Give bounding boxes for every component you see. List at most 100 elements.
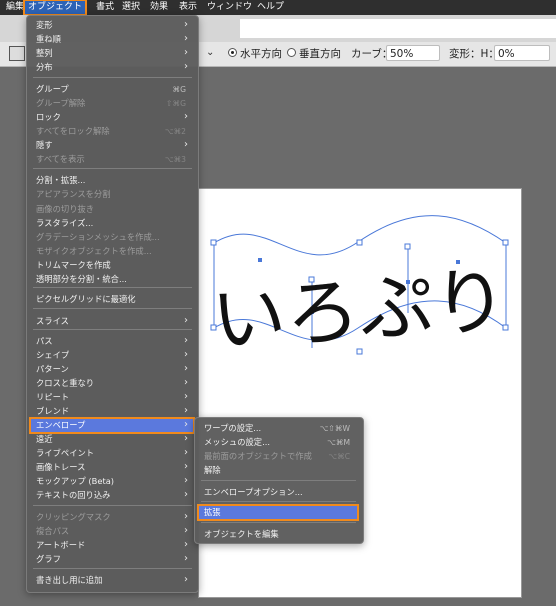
menu-effect[interactable]: 効果: [146, 0, 172, 15]
envelope-submenu-item-4[interactable]: エンベロープオプション...: [198, 485, 358, 500]
menu-item-label: 隠す: [36, 140, 53, 150]
shortcut-label: ⌥⌘2: [164, 127, 186, 136]
object-menu-item-16[interactable]: トリムマークを作成: [30, 258, 194, 273]
chevron-right-icon: ›: [184, 377, 188, 388]
menu-separator: [33, 308, 192, 309]
object-menu-item-6[interactable]: ロック ›: [30, 110, 194, 125]
menu-item-label: グループ: [36, 84, 69, 94]
object-menu-item-15: モザイクオブジェクトを作成...: [30, 244, 194, 259]
object-menu-item-0[interactable]: 変形 ›: [30, 18, 194, 33]
menu-object[interactable]: オブジェクト: [22, 0, 88, 16]
object-menu-item-29[interactable]: 画像トレース ›: [30, 460, 194, 475]
menu-bar: 編集 オブジェクト 書式 選択 効果 表示 ウィンドウ ヘルプ: [0, 0, 556, 16]
envelope-submenu-item-0[interactable]: ワープの設定... ⌥⇧⌘W: [198, 421, 358, 436]
distort-h-label: 変形：H：: [449, 48, 499, 60]
menu-item-label: すべてをロック解除: [36, 126, 110, 136]
object-menu-item-14: グラデーションメッシュを作成...: [30, 230, 194, 245]
menu-help[interactable]: ヘルプ: [253, 0, 288, 15]
application-bar-field: [240, 19, 556, 38]
vertical-radio[interactable]: [287, 48, 296, 57]
object-menu-item-22[interactable]: パターン ›: [30, 362, 194, 377]
menu-item-label: 整列: [36, 48, 53, 58]
chevron-right-icon: ›: [184, 19, 188, 30]
chevron-right-icon: ›: [184, 391, 188, 402]
chevron-right-icon: ›: [184, 61, 188, 72]
object-menu-item-24[interactable]: リピート ›: [30, 390, 194, 405]
menu-item-label: ワープの設定...: [204, 423, 262, 433]
menu-item-label: 変形: [36, 20, 53, 30]
object-menu-item-30[interactable]: モックアップ (Beta) ›: [30, 474, 194, 489]
object-menu-item-4[interactable]: グループ ⌘G: [30, 82, 194, 97]
menu-item-label: ライブペイント: [36, 448, 95, 458]
menu-item-label: 分布: [36, 62, 53, 72]
shortcut-label: ⌥⌘M: [327, 438, 350, 447]
menu-item-label: パターン: [36, 364, 69, 374]
shortcut-label: ⌥⇧⌘W: [319, 424, 350, 433]
menu-item-label: グラフ: [36, 554, 61, 564]
object-menu-item-21[interactable]: シェイプ ›: [30, 348, 194, 363]
menu-item-label: リピート: [36, 392, 70, 402]
object-menu-item-2[interactable]: 整列 ›: [30, 46, 194, 61]
object-menu-item-10[interactable]: 分割・拡張...: [30, 173, 194, 188]
object-menu-item-23[interactable]: クロスと重なり ›: [30, 376, 194, 391]
menu-item-label: 画像の切り抜き: [36, 204, 95, 214]
shortcut-label: ⇧⌘G: [166, 99, 186, 108]
chevron-right-icon: ›: [184, 139, 188, 150]
chevron-right-icon: ›: [184, 461, 188, 472]
chevron-right-icon: ›: [184, 433, 188, 444]
envelope-submenu-item-6[interactable]: オブジェクトを編集: [198, 527, 358, 542]
chevron-right-icon: ›: [184, 447, 188, 458]
menu-item-label: 解除: [204, 465, 221, 475]
curve-input[interactable]: 50%: [386, 45, 440, 61]
object-menu-item-27[interactable]: 遠近 ›: [30, 432, 194, 447]
envelope-submenu-item-1[interactable]: メッシュの設定... ⌥⌘M: [198, 435, 358, 450]
menu-item-label: アートボード: [36, 540, 86, 550]
object-menu: 変形 › 重ね順 › 整列 › 分布 › グループ ⌘G グループ解除 ⇧⌘G ロック › すべてをロック解…: [26, 15, 199, 593]
menu-type[interactable]: 書式: [92, 0, 118, 15]
menu-separator: [33, 568, 192, 569]
envelope-submenu-item-2: 最前面のオブジェクトで作成 ⌥⌘C: [198, 449, 358, 464]
object-menu-item-28[interactable]: ライブペイント ›: [30, 446, 194, 461]
menu-view[interactable]: 表示: [175, 0, 201, 15]
menu-separator: [201, 522, 356, 523]
object-menu-item-19[interactable]: スライス ›: [30, 314, 194, 329]
object-menu-item-31[interactable]: テキストの回り込み ›: [30, 488, 194, 503]
object-menu-item-20[interactable]: パス ›: [30, 334, 194, 349]
object-menu-item-25[interactable]: ブレンド ›: [30, 404, 194, 419]
object-menu-item-18[interactable]: ピクセルグリッドに最適化: [30, 292, 194, 307]
envelope-submenu-item-3[interactable]: 解除: [198, 463, 358, 478]
warped-text: いろぷり: [209, 258, 510, 364]
chevron-right-icon: ›: [184, 475, 188, 486]
shortcut-label: ⌥⌘C: [328, 452, 350, 461]
menu-window[interactable]: ウィンドウ: [203, 0, 256, 15]
object-menu-item-26[interactable]: エンベロープ ›: [29, 417, 195, 434]
object-menu-item-13[interactable]: ラスタライズ...: [30, 216, 194, 231]
chevron-right-icon: ›: [184, 539, 188, 550]
horizontal-radio[interactable]: [228, 48, 237, 57]
distort-h-input[interactable]: 0%: [494, 45, 550, 61]
object-menu-item-34[interactable]: アートボード ›: [30, 538, 194, 553]
object-menu-item-36[interactable]: 書き出し用に追加 ›: [30, 573, 194, 588]
object-menu-item-1[interactable]: 重ね順 ›: [30, 32, 194, 47]
chevron-down-icon[interactable]: ⌄: [206, 47, 214, 58]
envelope-top-edge: [213, 215, 507, 256]
object-menu-item-3[interactable]: 分布 ›: [30, 60, 194, 75]
menu-item-label: グループ解除: [36, 98, 86, 108]
menu-select[interactable]: 選択: [118, 0, 144, 15]
object-menu-item-17[interactable]: 透明部分を分割・統合...: [30, 272, 194, 287]
object-menu-item-11: アピアランスを分割: [30, 187, 194, 202]
menu-item-label: トリムマークを作成: [36, 260, 111, 270]
menu-item-label: パス: [36, 336, 53, 346]
envelope-submenu-item-5[interactable]: 拡張: [197, 504, 359, 521]
warp-style-icon[interactable]: [9, 46, 25, 61]
envelope-submenu: ワープの設定... ⌥⇧⌘W メッシュの設定... ⌥⌘M 最前面のオブジェクトで作成 ⌥…: [194, 417, 364, 544]
object-menu-item-8[interactable]: 隠す ›: [30, 138, 194, 153]
chevron-right-icon: ›: [184, 525, 188, 536]
menu-item-label: 画像トレース: [36, 462, 86, 472]
menu-separator: [201, 501, 356, 502]
chevron-right-icon: ›: [184, 335, 188, 346]
menu-item-label: 書き出し用に追加: [36, 575, 103, 585]
object-menu-item-35[interactable]: グラフ ›: [30, 552, 194, 567]
menu-item-label: メッシュの設定...: [204, 437, 270, 447]
menu-item-label: モザイクオブジェクトを作成...: [36, 246, 152, 256]
